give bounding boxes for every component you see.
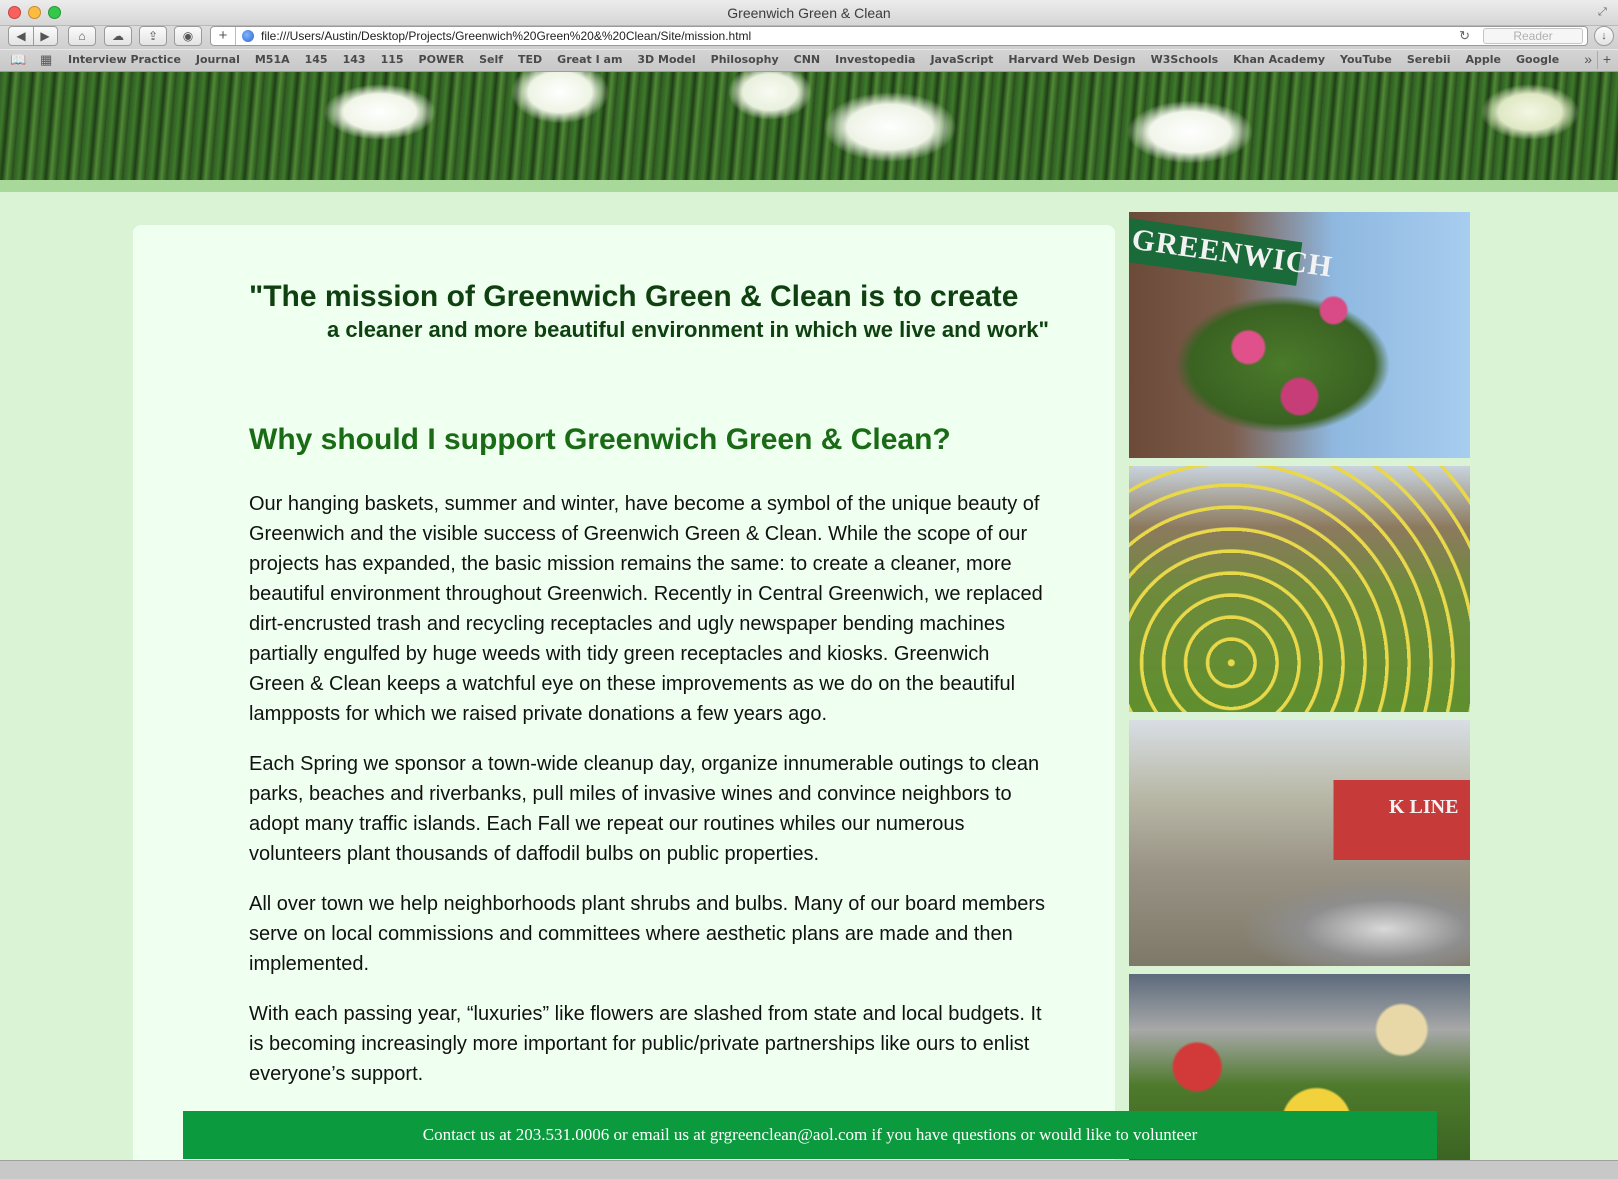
paragraph-spring-cleanup: Each Spring we sponsor a town-wide clean… (249, 753, 1040, 865)
new-tab-icon[interactable]: + (1597, 51, 1616, 69)
icloud-tabs-button[interactable]: ☁ (104, 26, 132, 46)
bookmark-item[interactable]: Philosophy (711, 53, 779, 66)
add-bookmark-button[interactable]: + (211, 27, 236, 45)
browser-toolbar: ◀ ▶ ⌂ ☁ ⇪ ◉ + file:///Users/Austin/Deskto… (0, 26, 1618, 49)
top-sites-icon[interactable]: ▦ (40, 52, 52, 68)
bookmark-item[interactable]: POWER (419, 53, 465, 66)
reader-button[interactable]: Reader (1483, 28, 1583, 44)
bookmark-item[interactable]: Interview Practice (68, 53, 181, 66)
bookmark-item[interactable]: Investopedia (835, 53, 915, 66)
more-bookmarks-icon[interactable]: » (1584, 51, 1592, 67)
bookmark-item[interactable]: 143 (343, 53, 366, 66)
bookmark-list: Interview Practice Journal M51A 145 143 115 PO… (68, 53, 1559, 66)
page-heading: Why should I support Greenwich Green & C… (249, 423, 951, 456)
bookmark-item[interactable]: 145 (305, 53, 328, 66)
bookmark-item[interactable]: Self (479, 53, 503, 66)
contact-footer: Contact us at 203.531.0006 or email us a… (183, 1111, 1437, 1159)
window-bottom-bar (0, 1160, 1618, 1179)
url-field[interactable]: file:///Users/Austin/Desktop/Projects/Gr… (261, 29, 751, 43)
bookmark-item[interactable]: W3Schools (1151, 53, 1219, 66)
share-button[interactable]: ⇪ (139, 26, 167, 46)
stop-icon[interactable]: ◉ (174, 26, 202, 46)
street-sign: GREENWICH (1129, 218, 1335, 286)
banner-divider (0, 180, 1618, 192)
home-button[interactable]: ⌂ (68, 26, 96, 46)
bookmark-item[interactable]: Harvard Web Design (1008, 53, 1135, 66)
reading-list-icon[interactable]: 📖 (10, 52, 26, 68)
window-titlebar: Greenwich Green & Clean ⤢ (0, 0, 1618, 26)
bookmark-item[interactable]: JavaScript (930, 53, 993, 66)
photo-greenwich-ave-flowers: GREENWICH (1129, 212, 1470, 458)
bookmarks-bar: 📖 ▦ Interview Practice Journal M51A 145 143 1… (0, 50, 1618, 72)
bookmark-item[interactable]: 115 (381, 53, 404, 66)
bookmark-item[interactable]: Journal (196, 53, 240, 66)
reload-icon[interactable]: ↻ (1459, 28, 1470, 44)
paragraph-hanging-baskets: Our hanging baskets, summer and winter, … (249, 493, 1043, 725)
address-bar[interactable]: + file:///Users/Austin/Desktop/Projects/… (210, 26, 1588, 46)
street-sign-text: GREENWICH (1129, 222, 1335, 284)
bookmark-item[interactable]: Apple (1466, 53, 1502, 66)
bookmark-item[interactable]: TED (518, 53, 542, 66)
mission-statement-line1: "The mission of Greenwich Green & Clean … (249, 280, 1019, 313)
back-button[interactable]: ◀ (9, 27, 33, 45)
bookmark-item[interactable]: CNN (794, 53, 821, 66)
bookmark-item[interactable]: YouTube (1340, 53, 1392, 66)
bookmark-item[interactable]: Google (1516, 53, 1559, 66)
bookmark-item[interactable]: M51A (255, 53, 290, 66)
photo-daffodils-hillside (1129, 466, 1470, 712)
paragraph-budgets: With each passing year, “luxuries” like … (249, 1003, 1042, 1085)
back-forward-buttons: ◀ ▶ (8, 26, 58, 46)
bookmark-item[interactable]: Khan Academy (1233, 53, 1325, 66)
forward-button[interactable]: ▶ (33, 27, 57, 45)
globe-icon (242, 30, 254, 42)
bookmark-item[interactable]: 3D Model (637, 53, 695, 66)
mission-statement-line2: a cleaner and more beautiful environment… (327, 317, 1049, 342)
window-title: Greenwich Green & Clean (727, 5, 891, 21)
bookmark-item[interactable]: Great I am (557, 53, 622, 66)
photo-shoe-recycling: K LINE (1129, 720, 1470, 966)
downloads-icon[interactable]: ↓ (1594, 26, 1614, 46)
fullscreen-icon[interactable]: ⤢ (1598, 6, 1610, 18)
header-banner-image (0, 72, 1618, 180)
container-logo-text: K LINE (1389, 796, 1459, 818)
paragraph-neighborhoods: All over town we help neighborhoods plan… (249, 893, 1046, 975)
bookmark-item[interactable]: Serebii (1407, 53, 1451, 66)
